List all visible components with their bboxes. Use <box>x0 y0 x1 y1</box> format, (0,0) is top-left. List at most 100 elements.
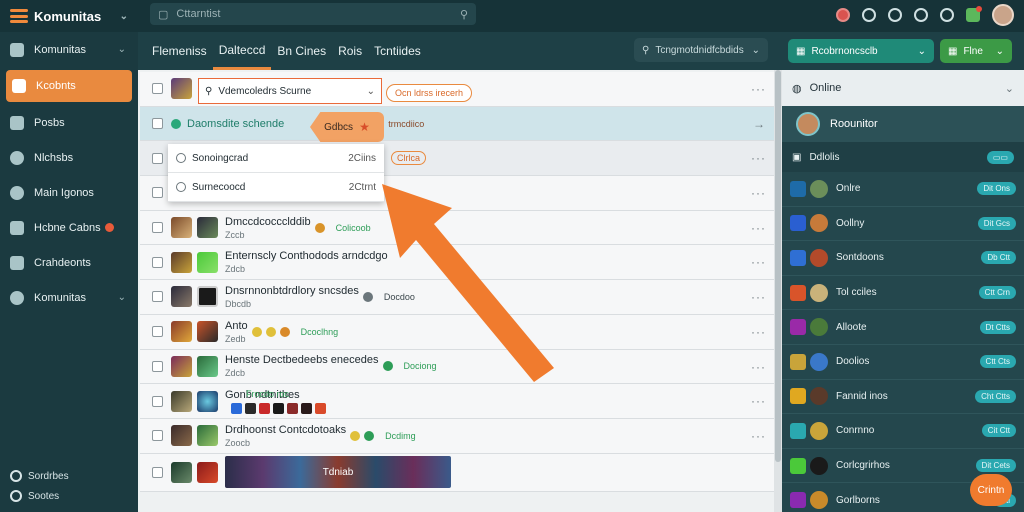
top-icons <box>836 4 1014 26</box>
row-checkbox[interactable] <box>152 83 163 95</box>
tab-flemeniss[interactable]: Flemeniss <box>146 32 213 70</box>
more-icon[interactable]: ··· <box>751 394 766 408</box>
game-banner-image[interactable]: Tdniab <box>225 456 451 489</box>
menu-item[interactable]: Sonoingcrad 2Ciins <box>168 144 384 173</box>
list-item[interactable]: Henste Dectbedeebs enecedes Zdcb Dociong… <box>140 349 776 385</box>
search-icon[interactable]: ⚲ <box>460 8 468 21</box>
row-checkbox[interactable] <box>152 118 163 130</box>
row-checkbox[interactable] <box>152 291 163 303</box>
row-checkbox[interactable] <box>152 360 163 372</box>
list-item[interactable]: Daomsdite schende trmcdiico → <box>140 106 776 142</box>
row-checkbox[interactable] <box>152 256 163 268</box>
tab-rois[interactable]: Rois <box>332 32 368 70</box>
avatar[interactable] <box>992 4 1014 26</box>
row-checkbox[interactable] <box>152 395 163 407</box>
highlight-tag[interactable]: Gdbcs ★ <box>310 112 384 142</box>
more-icon[interactable]: ··· <box>751 82 766 96</box>
sidebar-item-komunitas[interactable]: Komunitas ⌄ <box>0 32 138 67</box>
online-header[interactable]: ◍ Online ⌄ <box>782 70 1024 106</box>
more-icon[interactable]: ··· <box>751 325 766 339</box>
more-icon[interactable]: ··· <box>751 221 766 235</box>
chevron-down-icon: ⌄ <box>917 45 926 57</box>
list-icon: ▣ <box>792 151 802 163</box>
tab-tcntiides[interactable]: Tcntiides <box>368 32 427 70</box>
more-icon[interactable]: ··· <box>751 255 766 269</box>
list-item[interactable]: Drdhoonst Contcdotoaks Zoocb Dcdimg ··· <box>140 418 776 454</box>
lock-icon[interactable] <box>888 8 902 22</box>
more-icon[interactable]: ··· <box>751 360 766 374</box>
scrollbar[interactable] <box>774 70 782 512</box>
friend-row[interactable]: Alloote Dt Ctts <box>782 310 1024 345</box>
chat-fab-button[interactable]: Crintn <box>970 474 1012 506</box>
team-dropdown[interactable]: ▦ Rcobrnoncsclb ⌄ <box>788 39 934 63</box>
more-icon[interactable]: ··· <box>751 429 766 443</box>
sidebar-footer-item[interactable]: Sordrbes <box>10 466 69 486</box>
filter-chip[interactable]: Ocn ldrss irecerh <box>386 84 473 102</box>
row-checkbox[interactable] <box>152 222 163 234</box>
thumbnail <box>171 321 192 343</box>
friend-row[interactable]: Doolios Ctt Cts <box>782 345 1024 380</box>
chevron-down-icon[interactable]: ⌄ <box>1005 82 1014 95</box>
row-checkbox[interactable] <box>152 326 163 338</box>
chevron-down-icon[interactable]: ⌄ <box>120 11 128 22</box>
arrow-right-icon[interactable]: → <box>753 117 766 131</box>
current-user[interactable]: Roounitor <box>782 106 1024 142</box>
list-item[interactable]: Tdniab <box>140 453 776 492</box>
avatar <box>810 283 828 302</box>
chevron-down-icon[interactable]: ⌄ <box>118 292 126 303</box>
row-title: Henste Dectbedeebs enecedes <box>225 354 379 367</box>
app-brand[interactable]: Komunitas ⌄ <box>0 0 138 32</box>
store-icon[interactable] <box>966 6 982 22</box>
row-checkbox[interactable] <box>152 466 163 478</box>
menu-item[interactable]: Surnecoocd 2Ctrnt <box>168 173 384 202</box>
more-icon[interactable]: ··· <box>751 290 766 304</box>
chevron-down-icon[interactable]: ⌄ <box>118 44 126 55</box>
more-icon[interactable]: ··· <box>751 151 766 165</box>
friend-row[interactable]: Fannid inos Cht Ctts <box>782 380 1024 415</box>
tab-dalteccd[interactable]: Dalteccd <box>212 32 272 70</box>
notification-red-icon[interactable] <box>836 8 850 22</box>
sidebar-footer-item[interactable]: Sootes <box>10 486 69 506</box>
badge-icon <box>315 402 326 414</box>
row-chip[interactable]: Clrlca <box>391 151 427 166</box>
online-icon <box>171 118 181 129</box>
more-icon[interactable]: ··· <box>751 186 766 200</box>
menu-icon[interactable]: ▢ <box>158 8 168 21</box>
list-item[interactable]: Dmccdcoccclddib Zccb Colicoob ··· <box>140 210 776 246</box>
sort-dropdown[interactable]: ⚲ Tcngmotdnidfcbdids ⌄ <box>634 38 768 62</box>
friend-row[interactable]: Tol cciles Ctt Crn <box>782 276 1024 311</box>
friend-row[interactable]: Oollny Dit Gcs <box>782 207 1024 242</box>
row-checkbox[interactable] <box>152 187 163 199</box>
list-item[interactable]: Gonb ndtnitbes Frocdo roc ··· <box>140 384 776 419</box>
sidebar-item-komunitas-2[interactable]: Komunitas ⌄ <box>0 280 138 315</box>
thumbnail <box>197 251 218 273</box>
friend-row[interactable]: Sontdoons Db Ctt <box>782 241 1024 276</box>
community-search-input[interactable]: ⚲ Vdemcoledrs Scurne ⌄ <box>198 78 382 104</box>
sidebar-item-kcobnts[interactable]: Kcobnts <box>6 70 132 102</box>
list-item[interactable]: Dnsrnnonbtdrdlory sncsdes Dbcdb Docdoo ·… <box>140 280 776 315</box>
row-tag: trmcdiico <box>388 118 425 129</box>
list-item[interactable]: Enternscly Conthodods arndcdgo Zdcb ··· <box>140 245 776 281</box>
sidebar-item-main-igonos[interactable]: Main Igonos <box>0 175 138 210</box>
status-icon[interactable] <box>914 8 928 22</box>
chat-icon[interactable] <box>862 8 876 22</box>
tab-bn-cines[interactable]: Bn Cines <box>271 32 332 70</box>
row-checkbox[interactable] <box>152 430 163 442</box>
community-icon <box>10 290 24 305</box>
list-item[interactable]: Anto Zedb Dcoclhng ··· <box>140 314 776 350</box>
chevron-down-icon[interactable]: ⌄ <box>367 86 375 97</box>
friend-row[interactable]: Onlre Dit Ons <box>782 172 1024 207</box>
sidebar-item-hcbne-cabns[interactable]: Hcbne Cabns <box>0 210 138 245</box>
settings-icon[interactable] <box>940 8 954 22</box>
status-badge <box>104 223 114 232</box>
hamburger-menu-icon[interactable] <box>10 9 28 23</box>
filter-dropdown[interactable]: ▦ Flne ⌄ <box>940 39 1012 63</box>
sidebar-item-posbs[interactable]: Posbs <box>0 105 138 140</box>
scrollbar-thumb[interactable] <box>775 70 781 462</box>
search-input[interactable]: ▢ Cttarntist ⚲ <box>150 3 476 25</box>
row-checkbox[interactable] <box>152 152 163 164</box>
sidebar-item-crahdeonts[interactable]: Crahdeonts <box>0 245 138 280</box>
sidebar-item-nlchsbs[interactable]: Nlchsbs <box>0 140 138 175</box>
thumbnail <box>197 286 218 308</box>
friend-row[interactable]: Conrnno Cit Ctt <box>782 414 1024 449</box>
